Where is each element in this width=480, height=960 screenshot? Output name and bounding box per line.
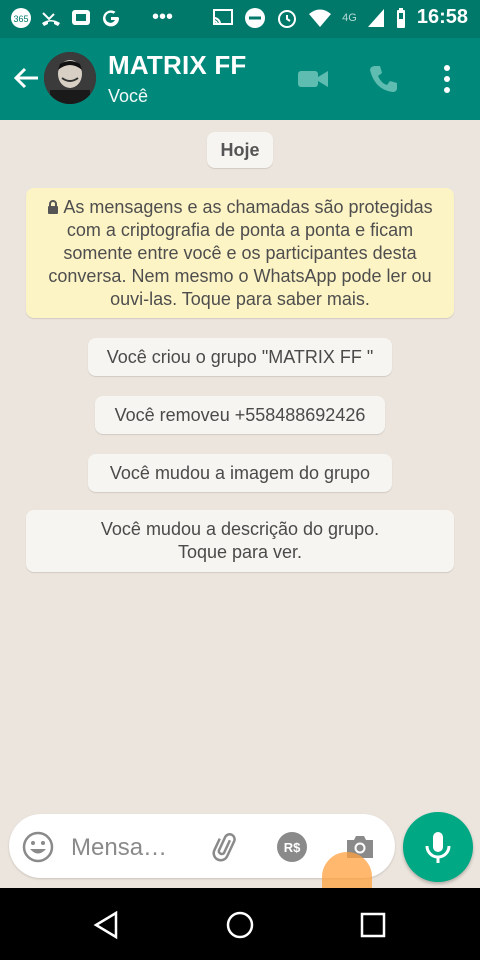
payment-icon[interactable]: R$: [275, 830, 309, 864]
network-label: 4G: [342, 11, 357, 24]
encryption-text: As mensagens e as chamadas são protegida…: [48, 197, 433, 309]
system-message: Você criou o grupo "MATRIX FF ": [88, 338, 392, 376]
group-avatar[interactable]: [44, 52, 96, 104]
google-icon: [103, 9, 120, 26]
wifi-icon: [309, 9, 332, 27]
lock-icon: [48, 200, 59, 214]
system-message-description[interactable]: Você mudou a descrição do grupo. Toque p…: [26, 510, 454, 572]
nav-home-icon[interactable]: [223, 908, 257, 942]
system-nav-bar: [0, 888, 480, 960]
chat-title[interactable]: MATRIX FF: [108, 50, 247, 81]
cast-icon: [213, 8, 234, 25]
battery-icon: [396, 7, 405, 28]
more-options-icon[interactable]: [430, 62, 464, 96]
more-dots-icon: •••: [152, 6, 174, 28]
chat-toolbar: MATRIX FF Você: [0, 38, 480, 120]
svg-text:R$: R$: [284, 840, 301, 855]
video-call-icon[interactable]: [296, 62, 330, 96]
voice-call-icon[interactable]: [366, 62, 400, 96]
365-icon: 365: [11, 7, 31, 28]
status-right: 4G 16:58: [212, 6, 468, 29]
tv-icon: [72, 9, 90, 25]
encryption-notice[interactable]: As mensagens e as chamadas são protegida…: [26, 188, 454, 318]
attach-icon[interactable]: [209, 830, 243, 864]
status-bar: 365 ••• 4G 16:58: [0, 0, 480, 38]
system-message: Você removeu +558488692426: [95, 396, 385, 434]
alarm-icon: [278, 9, 297, 28]
system-message: Você mudou a imagem do grupo: [88, 454, 392, 492]
clock: 16:58: [416, 6, 468, 28]
mic-icon: [425, 832, 451, 863]
missed-call-icon: [42, 11, 60, 26]
do-not-disturb-icon: [245, 7, 266, 28]
message-input[interactable]: [69, 830, 203, 866]
nav-recents-icon[interactable]: [356, 908, 390, 942]
chat-subtitle[interactable]: Você: [108, 86, 148, 107]
date-chip: Hoje: [207, 132, 273, 168]
emoji-icon[interactable]: [21, 830, 55, 864]
nav-back-icon[interactable]: [90, 908, 124, 942]
signal-icon: [367, 8, 384, 27]
back-arrow-icon[interactable]: [8, 60, 44, 96]
svg-text:365: 365: [13, 14, 28, 24]
mic-button[interactable]: [403, 812, 473, 882]
status-left: 365 •••: [10, 6, 173, 29]
